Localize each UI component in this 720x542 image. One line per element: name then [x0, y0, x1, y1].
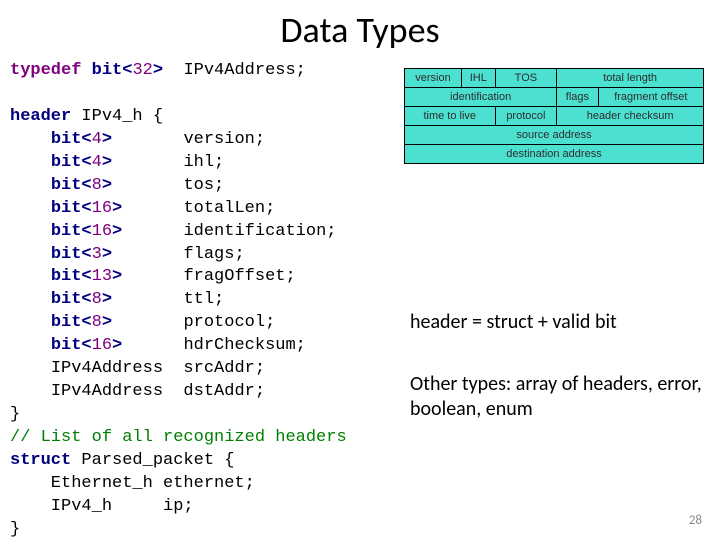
- angle-open: <: [81, 336, 91, 355]
- note-other-types: Other types: array of headers, error, bo…: [410, 372, 706, 422]
- kw-bit: bit: [51, 153, 82, 172]
- diagram-row: version IHL TOS total length: [405, 69, 704, 88]
- num: 3: [92, 245, 102, 264]
- angle-close: >: [153, 61, 163, 80]
- ident: protocol;: [183, 313, 275, 332]
- kw-typedef: typedef: [10, 61, 81, 80]
- angle-open: <: [81, 267, 91, 286]
- cell-version: version: [405, 69, 462, 88]
- angle-close: >: [112, 199, 122, 218]
- angle-open: <: [81, 153, 91, 172]
- note-header-struct: header = struct + valid bit: [410, 310, 706, 335]
- diagram-row: destination address: [405, 145, 704, 164]
- num: 16: [92, 199, 112, 218]
- num: 8: [92, 176, 102, 195]
- ipv4-header-diagram: version IHL TOS total length identificat…: [404, 68, 704, 164]
- kw-bit: bit: [51, 290, 82, 309]
- num: 8: [92, 313, 102, 332]
- page-number: 28: [689, 513, 702, 528]
- angle-open: <: [81, 199, 91, 218]
- ident: Parsed_packet {: [71, 451, 234, 470]
- num: 8: [92, 290, 102, 309]
- brace-close: }: [10, 405, 20, 424]
- ident: hdrChecksum;: [183, 336, 305, 355]
- comment: // List of all recognized headers: [10, 428, 347, 447]
- angle-close: >: [102, 290, 112, 309]
- cell-src-addr: source address: [405, 126, 704, 145]
- cell-ttl: time to live: [405, 107, 496, 126]
- angle-open: <: [81, 245, 91, 264]
- kw-bit: bit: [51, 199, 82, 218]
- angle-close: >: [102, 245, 112, 264]
- angle-open: <: [81, 222, 91, 241]
- angle-close: >: [102, 153, 112, 172]
- cell-total-length: total length: [557, 69, 704, 88]
- cell-checksum: header checksum: [557, 107, 704, 126]
- num: 16: [92, 336, 112, 355]
- cell-protocol: protocol: [495, 107, 557, 126]
- angle-close: >: [112, 222, 122, 241]
- ident: ttl;: [183, 290, 224, 309]
- kw-struct: struct: [10, 451, 71, 470]
- ident: identification;: [183, 222, 336, 241]
- ident: IPv4Address dstAddr;: [51, 382, 265, 401]
- ident: totalLen;: [183, 199, 275, 218]
- num: 4: [92, 153, 102, 172]
- ident: IPv4Address;: [183, 61, 305, 80]
- slide-title: Data Types: [0, 0, 720, 52]
- diagram-row: identification flags fragment offset: [405, 88, 704, 107]
- code-block: typedef bit<32> IPv4Address; header IPv4…: [10, 60, 347, 542]
- angle-close: >: [102, 313, 112, 332]
- kw-bit: bit: [81, 61, 122, 80]
- cell-dst-addr: destination address: [405, 145, 704, 164]
- ident: flags;: [183, 245, 244, 264]
- num: 32: [132, 61, 152, 80]
- brace-close: }: [10, 520, 20, 539]
- angle-close: >: [112, 336, 122, 355]
- cell-identification: identification: [405, 88, 557, 107]
- ident: ihl;: [183, 153, 224, 172]
- num: 4: [92, 130, 102, 149]
- ident: IPv4Address srcAddr;: [51, 359, 265, 378]
- kw-bit: bit: [51, 267, 82, 286]
- ident: Ethernet_h ethernet;: [10, 474, 255, 493]
- ident: IPv4_h ip;: [10, 497, 194, 516]
- cell-tos: TOS: [495, 69, 557, 88]
- angle-open: <: [122, 61, 132, 80]
- angle-open: <: [81, 130, 91, 149]
- angle-close: >: [102, 130, 112, 149]
- kw-bit: bit: [51, 313, 82, 332]
- cell-flags: flags: [557, 88, 598, 107]
- diagram-row: time to live protocol header checksum: [405, 107, 704, 126]
- kw-bit: bit: [51, 245, 82, 264]
- kw-header: header: [10, 107, 71, 126]
- num: 13: [92, 267, 112, 286]
- ident: IPv4_h {: [71, 107, 163, 126]
- ident: tos;: [183, 176, 224, 195]
- angle-open: <: [81, 313, 91, 332]
- kw-bit: bit: [51, 336, 82, 355]
- kw-bit: bit: [51, 222, 82, 241]
- angle-close: >: [102, 176, 112, 195]
- ident: fragOffset;: [183, 267, 295, 286]
- cell-ihl: IHL: [462, 69, 496, 88]
- diagram-row: source address: [405, 126, 704, 145]
- angle-open: <: [81, 176, 91, 195]
- num: 16: [92, 222, 112, 241]
- angle-close: >: [112, 267, 122, 286]
- angle-open: <: [81, 290, 91, 309]
- ident: version;: [183, 130, 265, 149]
- kw-bit: bit: [51, 130, 82, 149]
- kw-bit: bit: [51, 176, 82, 195]
- cell-frag-offset: fragment offset: [598, 88, 703, 107]
